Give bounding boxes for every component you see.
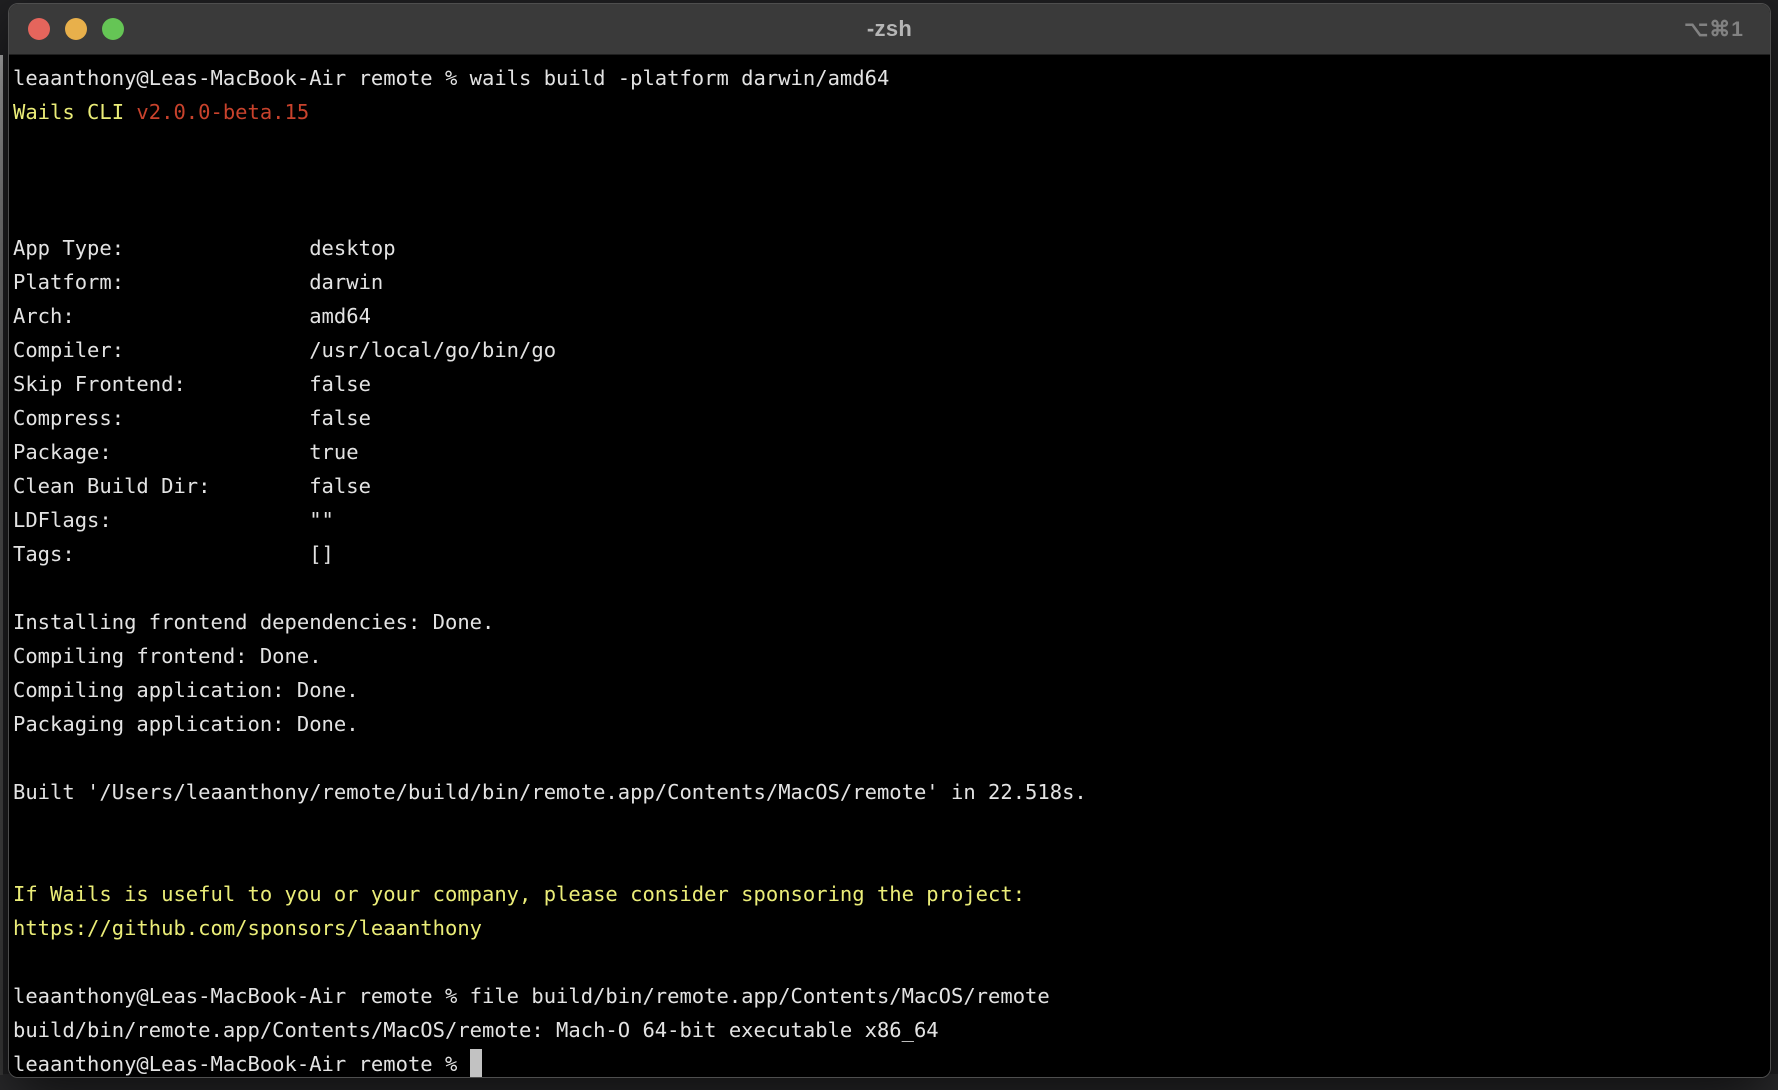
terminal-line: leaanthony@Leas-MacBook-Air remote % <box>13 1047 1762 1078</box>
terminal-text-segment: Packaging application: Done. <box>13 712 359 736</box>
terminal-line <box>13 163 1762 197</box>
terminal-line: Compress: false <box>13 401 1762 435</box>
background-window-sliver <box>0 55 3 1075</box>
terminal-line: Compiler: /usr/local/go/bin/go <box>13 333 1762 367</box>
traffic-lights <box>9 18 124 40</box>
terminal-text-segment: Installing frontend dependencies: Done. <box>13 610 494 634</box>
terminal-line: Platform: darwin <box>13 265 1762 299</box>
terminal-line: leaanthony@Leas-MacBook-Air remote % wai… <box>13 61 1762 95</box>
terminal-line: Installing frontend dependencies: Done. <box>13 605 1762 639</box>
terminal-line: build/bin/remote.app/Contents/MacOS/remo… <box>13 1013 1762 1047</box>
terminal-text-segment: Platform: darwin <box>13 270 383 294</box>
terminal-line: Compiling frontend: Done. <box>13 639 1762 673</box>
terminal-text-segment: Compress: false <box>13 406 371 430</box>
terminal-text-segment: Built '/Users/leaanthony/remote/build/bi… <box>13 780 1087 804</box>
terminal-text-segment: leaanthony@Leas-MacBook-Air remote % wai… <box>13 66 889 90</box>
terminal-text-segment: Clean Build Dir: false <box>13 474 371 498</box>
window-shortcut-badge: ⌥⌘1 <box>1684 17 1744 42</box>
terminal-output[interactable]: leaanthony@Leas-MacBook-Air remote % wai… <box>9 55 1770 1077</box>
terminal-text-segment: LDFlags: "" <box>13 508 334 532</box>
terminal-line: LDFlags: "" <box>13 503 1762 537</box>
terminal-line: Packaging application: Done. <box>13 707 1762 741</box>
terminal-line: Compiling application: Done. <box>13 673 1762 707</box>
terminal-line: leaanthony@Leas-MacBook-Air remote % fil… <box>13 979 1762 1013</box>
terminal-text-segment: Package: true <box>13 440 359 464</box>
terminal-line <box>13 741 1762 775</box>
terminal-window: -zsh ⌥⌘1 leaanthony@Leas-MacBook-Air rem… <box>8 3 1771 1078</box>
terminal-text-segment: https://github.com/sponsors/leaanthony <box>13 916 482 940</box>
close-button[interactable] <box>28 18 50 40</box>
terminal-text-segment: Tags: [] <box>13 542 334 566</box>
terminal-text-segment: Skip Frontend: false <box>13 372 371 396</box>
minimize-button[interactable] <box>65 18 87 40</box>
terminal-text-segment: build/bin/remote.app/Contents/MacOS/remo… <box>13 1018 939 1042</box>
terminal-line: Wails CLI v2.0.0-beta.15 <box>13 95 1762 129</box>
terminal-line: Package: true <box>13 435 1762 469</box>
terminal-text-segment: v2.0.0-beta.15 <box>136 100 309 124</box>
window-title: -zsh <box>9 16 1770 42</box>
terminal-cursor <box>470 1049 482 1077</box>
terminal-text-segment: Wails CLI <box>13 100 136 124</box>
terminal-line <box>13 129 1762 163</box>
terminal-text-segment: Arch: amd64 <box>13 304 371 328</box>
terminal-text-segment: leaanthony@Leas-MacBook-Air remote % fil… <box>13 984 1050 1008</box>
terminal-line <box>13 197 1762 231</box>
terminal-line: App Type: desktop <box>13 231 1762 265</box>
terminal-text-segment: If Wails is useful to you or your compan… <box>13 882 1025 906</box>
window-titlebar[interactable]: -zsh ⌥⌘1 <box>9 4 1770 55</box>
terminal-line: Tags: [] <box>13 537 1762 571</box>
terminal-line <box>13 809 1762 843</box>
terminal-text-segment: Compiling frontend: Done. <box>13 644 322 668</box>
terminal-text-segment: Compiler: /usr/local/go/bin/go <box>13 338 556 362</box>
terminal-line: Built '/Users/leaanthony/remote/build/bi… <box>13 775 1762 809</box>
terminal-line: Skip Frontend: false <box>13 367 1762 401</box>
terminal-text-segment: Compiling application: Done. <box>13 678 359 702</box>
terminal-text-segment: App Type: desktop <box>13 236 396 260</box>
terminal-line <box>13 945 1762 979</box>
terminal-text-segment: leaanthony@Leas-MacBook-Air remote % <box>13 1052 470 1076</box>
terminal-line: https://github.com/sponsors/leaanthony <box>13 911 1762 945</box>
terminal-line: If Wails is useful to you or your compan… <box>13 877 1762 911</box>
terminal-line <box>13 571 1762 605</box>
terminal-line <box>13 843 1762 877</box>
terminal-line: Arch: amd64 <box>13 299 1762 333</box>
terminal-line: Clean Build Dir: false <box>13 469 1762 503</box>
zoom-button[interactable] <box>102 18 124 40</box>
